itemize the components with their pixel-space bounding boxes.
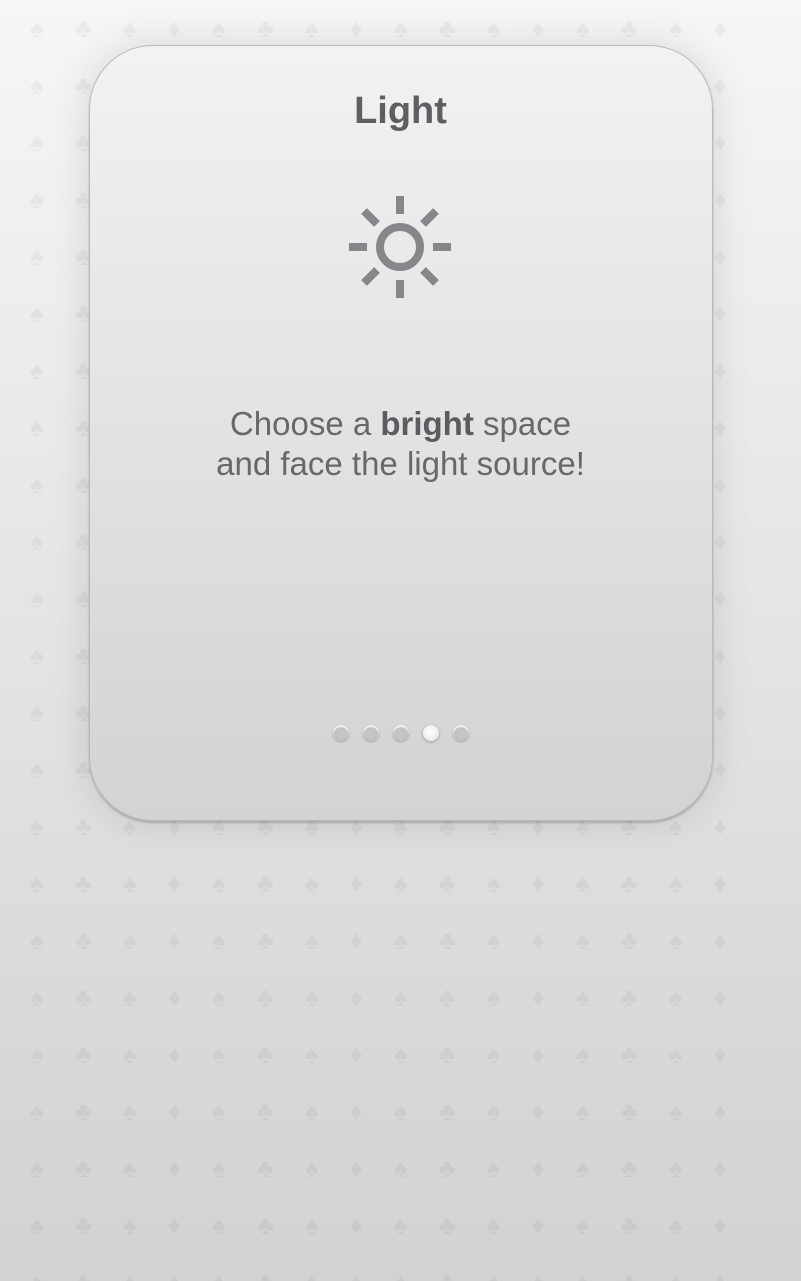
pagination-dot[interactable]	[452, 725, 469, 741]
pagination-dot[interactable]	[332, 725, 349, 741]
message-text-line2: and face the light source!	[216, 445, 585, 482]
message-emphasis: bright	[380, 405, 474, 442]
message-text: space	[473, 405, 572, 442]
slide-title: Light	[354, 90, 447, 132]
message-text: Choose a	[229, 405, 381, 442]
instruction-text: Choose a bright space and face the light…	[0, 404, 801, 484]
pagination-dot[interactable]	[422, 725, 439, 741]
pagination-dot[interactable]	[362, 725, 379, 741]
pagination-dot[interactable]	[392, 725, 409, 741]
pagination-dots	[0, 725, 801, 741]
sun-icon	[349, 196, 451, 298]
